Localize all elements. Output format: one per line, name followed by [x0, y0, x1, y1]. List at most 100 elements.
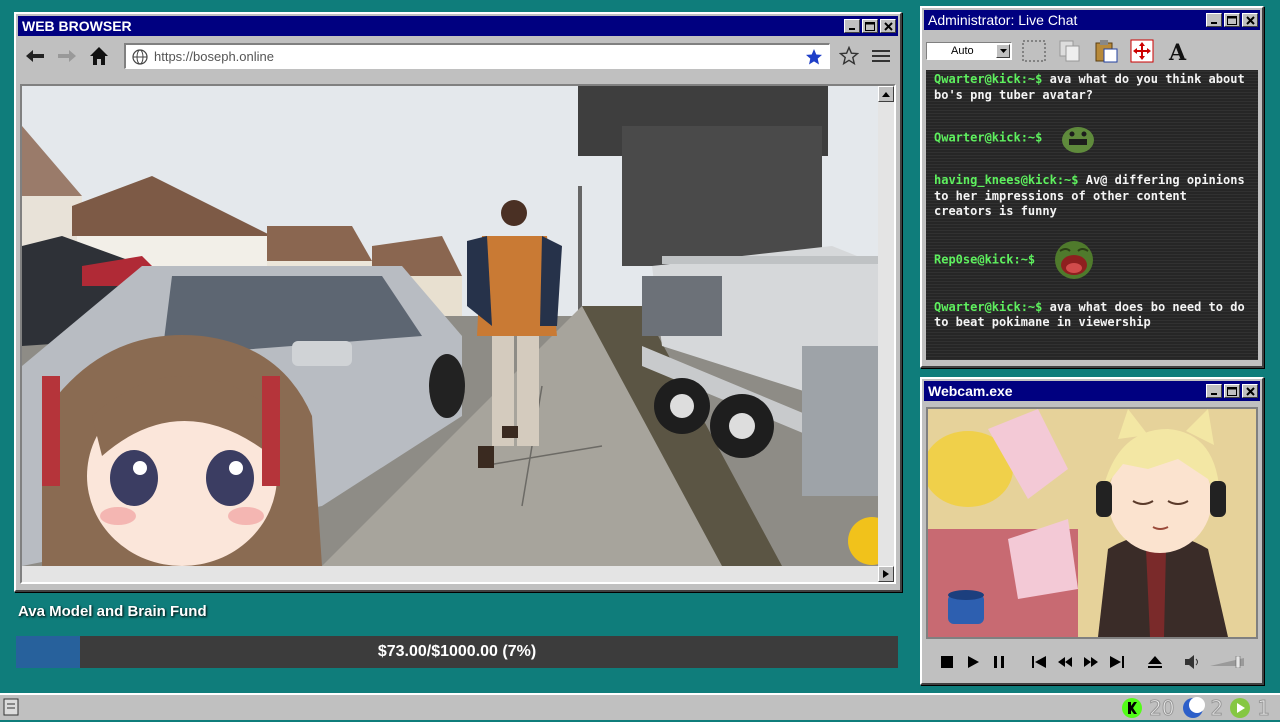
zoom-select-value: Auto	[951, 45, 974, 57]
minimize-icon	[1211, 22, 1217, 24]
play-icon	[968, 656, 979, 668]
chevron-down-icon	[999, 49, 1007, 53]
copy-tool-button[interactable]	[1056, 37, 1084, 65]
minimize-icon	[849, 28, 855, 30]
globe-icon	[132, 48, 148, 65]
chat-log[interactable]: Qwarter@kick:~$ ava what do you think ab…	[926, 70, 1258, 360]
url-text[interactable]: https://boseph.online	[154, 49, 799, 64]
kick-logo-icon	[1122, 697, 1143, 718]
system-tray: 20 2 1	[1121, 695, 1270, 720]
svg-text:A: A	[1168, 40, 1187, 63]
speaker-icon	[1185, 655, 1198, 669]
stop-icon	[941, 656, 953, 668]
address-bar[interactable]: https://boseph.online	[124, 43, 830, 69]
chat-message: Qwarter@kick:~$	[934, 122, 1250, 154]
kick-viewer-count: 20	[1149, 695, 1175, 720]
horizontal-scrollbar[interactable]	[22, 566, 894, 582]
rumble-play-icon	[1230, 697, 1251, 718]
close-icon	[883, 21, 893, 31]
volume-slider[interactable]	[1210, 656, 1246, 668]
chat-minimize-button[interactable]	[1206, 13, 1222, 27]
fund-title: Ava Model and Brain Fund	[18, 603, 207, 620]
maximize-button[interactable]	[862, 19, 878, 33]
chat-username: Qwarter@kick:~$	[934, 130, 1043, 145]
maximize-icon	[1227, 15, 1237, 25]
stop-button[interactable]	[938, 653, 956, 671]
rewind-button[interactable]	[1056, 653, 1074, 671]
laughing-pepe-emote-icon	[1055, 240, 1094, 279]
green-blob-emote-icon	[1061, 127, 1094, 153]
fund-progress-bar: $73.00/$1000.00 (7%)	[16, 636, 898, 668]
fast-forward-icon	[1084, 657, 1098, 667]
chat-username: Rep0se@kick:~$	[934, 252, 1036, 266]
clipboard-paste-icon	[1095, 40, 1118, 63]
minimize-button[interactable]	[844, 19, 860, 33]
hamburger-menu-icon	[872, 50, 890, 62]
star-outline-icon	[839, 46, 859, 66]
webcam-title: Webcam.exe	[928, 383, 1013, 399]
back-button[interactable]	[22, 43, 48, 69]
chat-close-button[interactable]	[1242, 13, 1258, 27]
close-icon	[1245, 15, 1255, 25]
volume-button[interactable]	[1184, 653, 1202, 671]
webcam-titlebar[interactable]: Webcam.exe	[924, 381, 1260, 401]
skip-next-button[interactable]	[1108, 653, 1126, 671]
webcam-close-button[interactable]	[1242, 384, 1258, 398]
close-button[interactable]	[880, 19, 896, 33]
fast-forward-button[interactable]	[1082, 653, 1100, 671]
select-tool-button[interactable]	[1020, 37, 1048, 65]
chat-maximize-button[interactable]	[1224, 13, 1240, 27]
webcam-minimize-button[interactable]	[1206, 384, 1222, 398]
browser-title: WEB BROWSER	[22, 18, 132, 34]
eject-button[interactable]	[1146, 653, 1164, 671]
move-arrows-icon	[1130, 39, 1154, 63]
start-button[interactable]	[2, 697, 22, 722]
bookmark-star-filled-icon[interactable]	[805, 48, 823, 66]
browser-window: WEB BROWSER https://boseph.online	[14, 12, 902, 592]
home-button[interactable]	[86, 43, 112, 69]
chat-username: Qwarter@kick:~$	[934, 299, 1043, 314]
copy-icon	[1059, 40, 1080, 62]
scroll-up-button[interactable]	[878, 86, 894, 102]
font-tool-button[interactable]: A	[1164, 37, 1192, 65]
dropdown-button[interactable]	[996, 44, 1010, 58]
webcam-window: Webcam.exe	[920, 377, 1264, 685]
skip-previous-button[interactable]	[1030, 653, 1048, 671]
marquee-select-icon	[1022, 40, 1046, 62]
maximize-icon	[1227, 386, 1237, 396]
paste-tool-button[interactable]	[1092, 37, 1120, 65]
browser-titlebar[interactable]: WEB BROWSER	[18, 16, 898, 36]
skip-previous-icon	[1032, 656, 1046, 668]
browser-toolbar: https://boseph.online	[16, 38, 900, 74]
favorites-button[interactable]	[836, 43, 862, 69]
chat-message: having_knees@kick:~$ Av@ differing opini…	[934, 173, 1250, 220]
chat-message: Qwarter@kick:~$ ava what does bo need to…	[934, 300, 1250, 331]
maximize-icon	[865, 21, 875, 31]
play-button[interactable]	[964, 653, 982, 671]
forward-button[interactable]	[54, 43, 80, 69]
volume-slider-track	[1210, 656, 1244, 668]
fund-amount: $73.00/$1000.00 (7%)	[377, 643, 537, 660]
webcam-maximize-button[interactable]	[1224, 384, 1240, 398]
minimize-icon	[1211, 393, 1217, 395]
home-icon	[90, 47, 108, 65]
chat-message: Rep0se@kick:~$	[934, 239, 1250, 281]
eject-icon	[1148, 656, 1162, 668]
move-tool-button[interactable]	[1128, 37, 1156, 65]
vertical-scrollbar[interactable]	[878, 86, 894, 566]
video-viewport[interactable]	[20, 84, 896, 584]
scroll-right-button[interactable]	[878, 566, 894, 582]
skip-next-icon	[1110, 656, 1124, 668]
arrow-up-icon	[882, 92, 890, 97]
forward-arrow-icon	[58, 50, 76, 62]
chat-username: Qwarter@kick:~$	[934, 72, 1043, 86]
rumble-viewer-count: 1	[1257, 695, 1271, 720]
rewind-icon	[1058, 657, 1072, 667]
menu-button[interactable]	[868, 43, 894, 69]
chat-message: Qwarter@kick:~$ ava what do you think ab…	[934, 72, 1250, 103]
pause-button[interactable]	[990, 653, 1008, 671]
chat-titlebar[interactable]: Administrator: Live Chat	[924, 10, 1260, 30]
zoom-select[interactable]: Auto	[926, 42, 1012, 60]
media-controls	[926, 645, 1258, 679]
pause-icon	[994, 656, 1004, 668]
